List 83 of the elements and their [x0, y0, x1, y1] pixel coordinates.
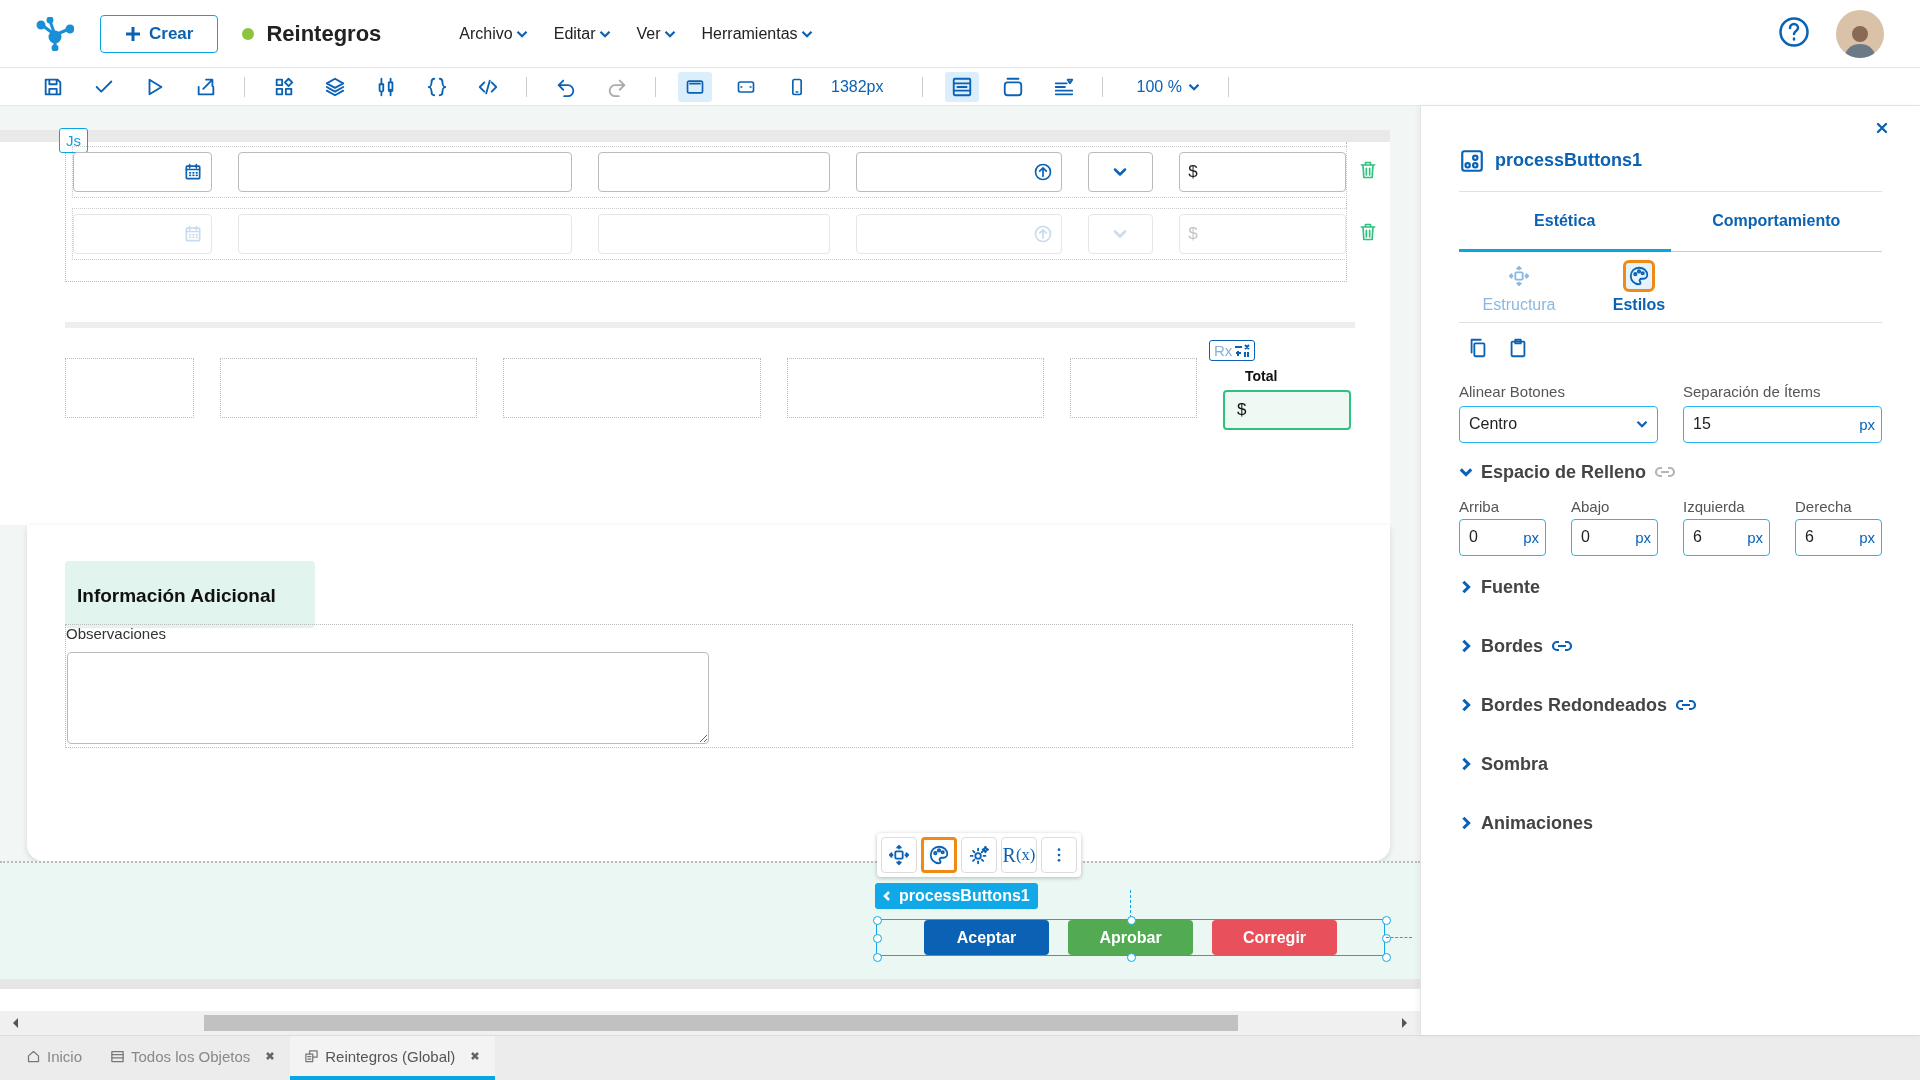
close-icon[interactable]: [1874, 120, 1890, 136]
layout-icon[interactable]: [950, 75, 973, 98]
plus-icon: [125, 25, 141, 42]
status-dot: [242, 27, 255, 40]
total-field[interactable]: $: [1223, 390, 1351, 430]
palette-icon: [928, 844, 950, 866]
menu-item[interactable]: Herramientas: [701, 24, 813, 43]
field-label: Derecha: [1795, 497, 1853, 515]
palette-icon: [1628, 264, 1650, 287]
field-label: Separación de Ítems: [1683, 382, 1822, 400]
close-icon[interactable]: [469, 1050, 482, 1062]
tab[interactable]: Estética: [1459, 192, 1671, 252]
upload-icon[interactable]: [1032, 162, 1053, 182]
create-button[interactable]: Crear: [100, 14, 219, 53]
tab[interactable]: Comportamiento: [1670, 192, 1882, 252]
date-field[interactable]: [73, 152, 213, 192]
back-icon: [883, 890, 891, 902]
chevron-icon: [1187, 82, 1200, 91]
document-tab[interactable]: Reintegros (Global): [290, 1036, 496, 1080]
link-icon[interactable]: [1675, 698, 1698, 712]
text-field[interactable]: [238, 152, 572, 192]
move-icon: [1508, 264, 1530, 287]
zoom-dropdown[interactable]: 100 %: [1136, 77, 1200, 96]
layout-button[interactable]: [944, 71, 979, 102]
move-button[interactable]: [881, 837, 917, 873]
desktop-view-button[interactable]: [678, 71, 712, 102]
section-title: Información Adicional: [65, 561, 315, 628]
logo-icon: [36, 16, 74, 51]
app-title: Reintegros: [266, 20, 382, 47]
field-label: Izquierda: [1683, 497, 1746, 515]
section-header[interactable]: Sombra: [1459, 734, 1549, 794]
process-button[interactable]: Aceptar: [924, 920, 1049, 955]
settings-icon: [968, 844, 990, 866]
padding-field[interactable]: 0 px: [1459, 518, 1546, 556]
text-field[interactable]: [597, 152, 830, 192]
list-icon: [110, 1048, 126, 1064]
frame-icon[interactable]: [1001, 75, 1024, 98]
components-icon[interactable]: [273, 75, 295, 98]
section-header[interactable]: Animaciones: [1459, 793, 1594, 853]
palette-button[interactable]: [921, 837, 957, 873]
padding-field[interactable]: 6 px: [1683, 518, 1770, 556]
link-icon[interactable]: [1551, 639, 1573, 653]
panel-title: processButtons1: [1495, 150, 1643, 171]
chevron-icon: [515, 29, 528, 38]
layers-icon[interactable]: [324, 75, 346, 98]
align-dropdown[interactable]: Centro: [1459, 405, 1658, 443]
braces-icon[interactable]: [426, 75, 448, 98]
section-header[interactable]: Bordes: [1459, 616, 1573, 676]
field-label: Alinear Botones: [1459, 382, 1566, 400]
horizontal-scrollbar[interactable]: [0, 1011, 1420, 1035]
menu-item[interactable]: Editar: [553, 24, 611, 43]
subtab[interactable]: Estilos: [1579, 251, 1699, 322]
move-icon: [888, 844, 910, 866]
calendar-icon[interactable]: [183, 162, 204, 182]
avatar[interactable]: [1836, 9, 1884, 58]
close-icon[interactable]: [264, 1050, 277, 1062]
menu-item[interactable]: Ver: [636, 24, 676, 43]
observations-field[interactable]: [67, 652, 709, 744]
home-icon: [26, 1048, 41, 1064]
field-label: Observaciones: [66, 625, 168, 642]
component-icon[interactable]: [1459, 147, 1485, 174]
chevron-icon: [598, 29, 611, 38]
chevron-icon: [800, 29, 813, 38]
file-field[interactable]: [855, 152, 1062, 192]
section-header[interactable]: Bordes Redondeados: [1459, 675, 1698, 735]
scrollbar-thumb[interactable]: [204, 1015, 1238, 1031]
spacing-field[interactable]: 15 px: [1683, 405, 1882, 443]
total-label: Total: [1245, 368, 1279, 384]
padding-field[interactable]: 0 px: [1571, 518, 1658, 556]
resize-handle[interactable]: [1382, 953, 1391, 962]
help-icon[interactable]: [1778, 15, 1810, 48]
amount-field[interactable]: $: [1179, 152, 1346, 192]
canvas-width: 1382px: [831, 77, 884, 96]
process-button[interactable]: Corregir: [1212, 920, 1337, 955]
more-icon: [1057, 847, 1061, 863]
resize-handle[interactable]: [873, 953, 882, 962]
menu-item[interactable]: Archivo: [459, 24, 528, 43]
settings-button[interactable]: [961, 837, 997, 873]
chevron-icon: [663, 29, 676, 38]
section-header[interactable]: Fuente: [1459, 557, 1540, 617]
form-icon: [304, 1048, 320, 1064]
guide-line: [1386, 937, 1412, 938]
padding-field[interactable]: 6 px: [1795, 518, 1882, 556]
